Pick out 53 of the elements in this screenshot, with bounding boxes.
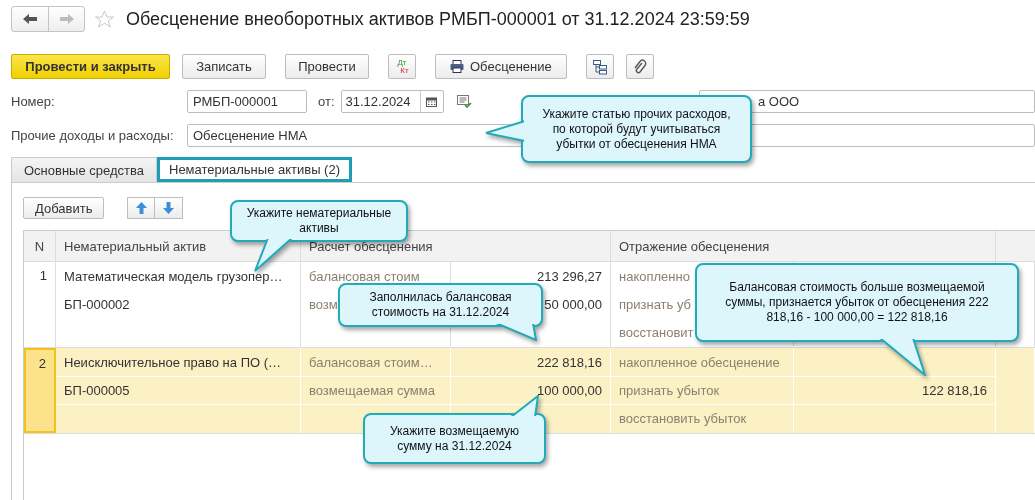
journal-entries-button[interactable]: Дт Кт (388, 54, 416, 79)
row-number: 2 (24, 348, 56, 433)
amount-cell[interactable]: 222 818,16 (536, 354, 610, 370)
column-header[interactable]: Отражение обесценения (611, 231, 996, 261)
up-arrow-icon (135, 202, 147, 214)
attach-button[interactable] (625, 54, 654, 79)
printer-icon (450, 60, 464, 73)
row-label: возмещаемая сумма (308, 383, 436, 398)
post-button[interactable]: Провести (285, 54, 369, 79)
row-label: балансовая стоим… (308, 354, 434, 370)
asset-code: БП-000005 (63, 383, 131, 398)
row-label: признать убыток (618, 383, 721, 398)
column-header[interactable]: N (24, 231, 56, 261)
row-number: 1 (24, 262, 56, 347)
amount-cell[interactable]: 213 296,27 (536, 268, 610, 284)
print-button[interactable]: Обесценение (435, 54, 567, 79)
field-label: Номер: (11, 94, 56, 109)
post-and-close-button[interactable]: Провести и закрыть (11, 54, 170, 79)
number-field[interactable]: РМБП-000001 (187, 90, 307, 113)
save-button[interactable]: Записать (182, 54, 266, 79)
forward-arrow-icon (59, 14, 74, 24)
row-label: балансовая стоим (308, 268, 421, 284)
document-check-icon[interactable] (456, 95, 472, 108)
row-label: восстановит (618, 324, 695, 340)
structure-button[interactable] (585, 54, 614, 79)
asset-code: БП-000002 (63, 296, 131, 312)
asset-name[interactable]: Неисключительное право на ПО (… (56, 354, 290, 370)
tab[interactable]: Основные средства (11, 157, 157, 182)
row-label: возм (308, 296, 339, 312)
calendar-icon[interactable] (426, 96, 437, 107)
down-arrow-icon (163, 202, 175, 214)
amount-cell[interactable]: 50 000,00 (544, 296, 610, 312)
star-icon[interactable] (95, 10, 114, 28)
date-field[interactable]: 31.12.2024 (340, 90, 444, 113)
hierarchy-icon (591, 58, 608, 75)
row-label: восстановить убыток (618, 411, 748, 426)
back-arrow-icon (23, 14, 37, 24)
asset-name[interactable]: Математическая модель грузопер… (56, 268, 291, 284)
amount-cell[interactable]: 122 818,16 (921, 383, 995, 398)
paperclip-icon (632, 58, 647, 75)
move-down-button[interactable] (155, 197, 184, 219)
move-up-button[interactable] (127, 197, 156, 219)
field-label: от: (318, 94, 335, 109)
amount-cell[interactable]: 100 000,00 (536, 383, 610, 398)
field-label: Прочие доходы и расходы: (11, 128, 175, 143)
callout-tooltip: Укажите статью прочих расходов, по которой будут учитываться убытки от обесценения НМА (485, 95, 752, 163)
row-label: признать уб (618, 296, 693, 312)
row-label: накопленно (618, 268, 691, 284)
tab[interactable]: Нематериальные активы (2) (157, 157, 352, 182)
row-label: накопленное обесценение (618, 354, 781, 370)
add-button[interactable]: Добавить (23, 197, 105, 219)
callout-tooltip: Заполнилась балансовая стоимость на 31.12.2024 (338, 283, 543, 341)
window-title: Обесценение внеоборотных активов РМБП-000001 от 31.12.2024 23:59:59 (126, 8, 750, 30)
